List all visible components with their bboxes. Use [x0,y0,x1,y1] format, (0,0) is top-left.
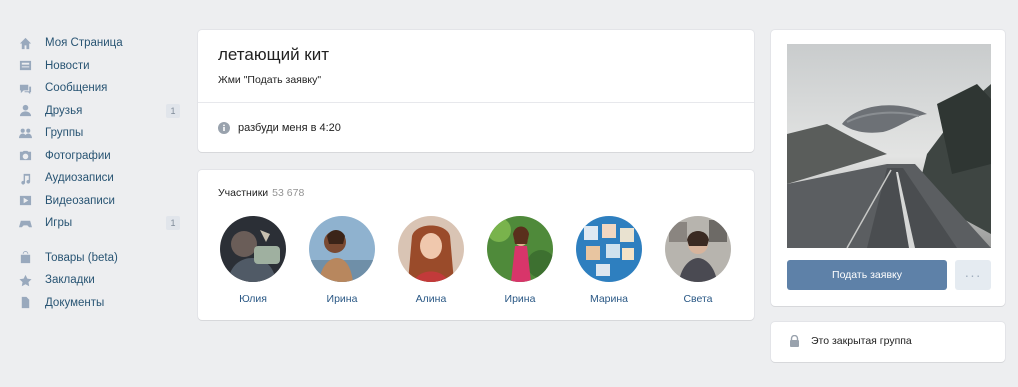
header-divider [198,102,754,103]
sidebar-item-photos[interactable]: Фотографии [18,145,186,168]
sidebar-item-music[interactable]: Аудиозаписи [18,167,186,190]
member-name: Марина [589,293,629,305]
members-title: Участники [218,187,269,199]
members-count: 53 678 [272,187,305,199]
closed-group-label: Это закрытая группа [811,335,912,347]
news-icon [18,59,32,73]
sidebar-item-bookmarks[interactable]: Закладки [18,269,186,292]
group-photo-card: Подать заявку ··· [771,30,1005,306]
friends-count-badge: 1 [166,103,180,118]
groups-icon [18,126,32,140]
messages-icon [18,81,32,95]
left-sidebar: Моя Страница Новости Сообщения Друзья 1 … [18,32,186,314]
member-name: Алина [415,293,447,305]
members-header[interactable]: Участники 53 678 [218,187,304,199]
sidebar-item-documents[interactable]: Документы [18,292,186,315]
sidebar-item-label: Игры [45,217,73,230]
sidebar-item-goods[interactable]: Товары (beta) [18,247,186,270]
video-icon [18,194,32,208]
sidebar-item-label: Новости [45,59,90,72]
goods-icon [18,251,32,265]
sidebar-item-label: Закладки [45,274,95,287]
more-actions-button[interactable]: ··· [955,260,991,290]
sidebar-item-label: Группы [45,127,84,140]
friends-icon [18,104,32,118]
member-name: Ирина [326,293,358,305]
group-info-text: разбуди меня в 4:20 [238,122,341,134]
member-item[interactable]: Марина [573,216,645,305]
sidebar-item-video[interactable]: Видеозаписи [18,190,186,213]
member-avatar [220,216,286,282]
group-info-row: разбуди меня в 4:20 [218,122,341,134]
lock-icon [789,334,800,347]
group-name: летающий кит [218,45,330,64]
sidebar-item-label: Друзья [45,104,83,117]
photos-icon [18,149,32,163]
games-icon [18,216,32,230]
sidebar-separator [18,235,186,247]
sidebar-item-label: Сообщения [45,82,108,95]
member-item[interactable]: Света [662,216,734,305]
music-icon [18,171,32,185]
sidebar-item-friends[interactable]: Друзья 1 [18,100,186,123]
sidebar-item-games[interactable]: Игры 1 [18,212,186,235]
join-request-button[interactable]: Подать заявку [787,260,947,290]
group-cover-photo[interactable] [787,44,991,248]
bookmarks-icon [18,273,32,287]
home-icon [18,36,32,50]
member-item[interactable]: Юлия [217,216,289,305]
games-count-badge: 1 [166,216,180,230]
member-item[interactable]: Алина [395,216,467,305]
closed-group-card: Это закрытая группа [771,322,1005,362]
member-avatar [576,216,642,282]
sidebar-item-label: Товары (beta) [45,251,118,264]
sidebar-item-messages[interactable]: Сообщения [18,77,186,100]
member-item[interactable]: Ирина [484,216,556,305]
member-name: Юлия [239,293,267,305]
member-name: Ирина [504,293,536,305]
group-status: Жми "Подать заявку" [218,74,322,86]
sidebar-item-news[interactable]: Новости [18,55,186,78]
info-icon [218,122,230,134]
member-avatar [309,216,375,282]
sidebar-item-label: Документы [45,296,105,309]
documents-icon [18,296,32,310]
sidebar-item-label: Моя Страница [45,37,123,50]
sidebar-item-label: Фотографии [45,149,111,162]
sidebar-item-label: Аудиозаписи [45,172,114,185]
member-avatar [487,216,553,282]
closed-group-row: Это закрытая группа [789,334,912,347]
member-avatar [665,216,731,282]
member-name: Света [683,293,713,305]
members-card: Участники 53 678 Юлия Ирина Алина Ирина М… [198,170,754,320]
sidebar-item-my-page[interactable]: Моя Страница [18,32,186,55]
sidebar-item-groups[interactable]: Группы [18,122,186,145]
member-avatar [398,216,464,282]
group-header-card: летающий кит Жми "Подать заявку" разбуди… [198,30,754,152]
sidebar-item-label: Видеозаписи [45,194,115,207]
member-item[interactable]: Ирина [306,216,378,305]
